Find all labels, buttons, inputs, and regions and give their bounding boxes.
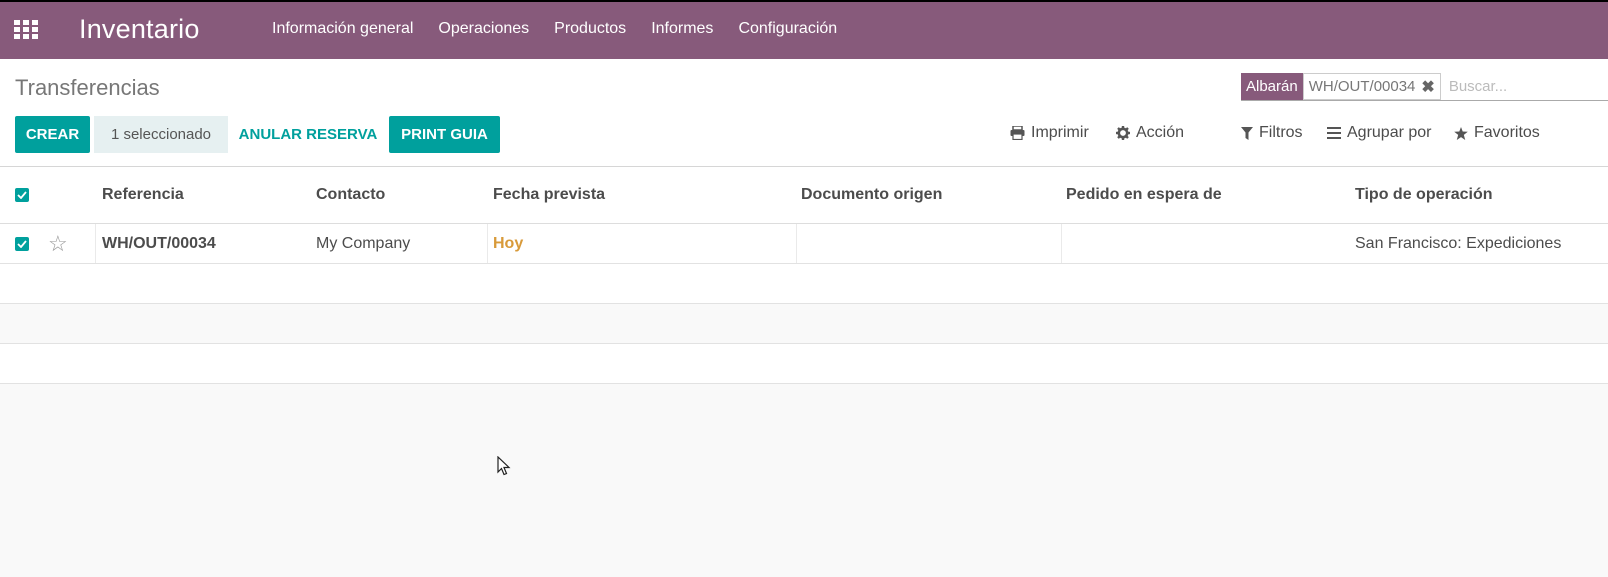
column-header-reference[interactable]: Referencia: [102, 167, 184, 223]
column-header-source-document[interactable]: Documento origen: [801, 167, 942, 223]
column-header-backorder-of[interactable]: Pedido en espera de: [1066, 167, 1222, 223]
empty-row: [0, 344, 1608, 384]
action-label: Acción: [1136, 124, 1185, 141]
search-input[interactable]: [1448, 78, 1589, 95]
print-dropdown[interactable]: Imprimir: [1010, 124, 1089, 142]
menu-item-general-info[interactable]: Información general: [272, 20, 413, 38]
column-header-contact[interactable]: Contacto: [316, 167, 385, 223]
print-guia-button[interactable]: PRINT GUIA: [389, 116, 500, 153]
empty-row: [0, 304, 1608, 344]
select-all-checkbox[interactable]: [15, 167, 29, 223]
cell-reference: WH/OUT/00034: [102, 234, 216, 252]
filters-label: Filtros: [1259, 124, 1303, 141]
column-header-operation-type[interactable]: Tipo de operación: [1355, 167, 1493, 223]
bars-icon: [1327, 127, 1341, 139]
transfers-table: Referencia Contacto Fecha prevista Docum…: [0, 167, 1608, 384]
search-facet-value: WH/OUT/00034: [1308, 78, 1416, 95]
search-facet-label: Albarán: [1241, 73, 1303, 100]
column-header-scheduled-date[interactable]: Fecha prevista: [493, 167, 605, 223]
print-label: Imprimir: [1031, 124, 1089, 141]
mouse-cursor-icon: [497, 456, 511, 476]
empty-row: [0, 264, 1608, 304]
menu-item-operations[interactable]: Operaciones: [438, 20, 529, 38]
menu-item-reports[interactable]: Informes: [651, 20, 713, 38]
cell-operation-type: San Francisco: Expediciones: [1355, 234, 1562, 252]
filter-icon: [1241, 126, 1253, 140]
favorite-star-icon[interactable]: ☆: [48, 224, 68, 263]
filters-dropdown[interactable]: Filtros: [1241, 124, 1303, 142]
checkbox-checked-icon: [15, 236, 29, 251]
group-by-label: Agrupar por: [1347, 124, 1432, 141]
action-dropdown[interactable]: Acción: [1116, 124, 1184, 142]
main-menu: Información general Operaciones Producto…: [272, 20, 862, 38]
search-bar: Albarán WH/OUT/00034 ✖: [1241, 73, 1608, 101]
remove-facet-icon[interactable]: ✖: [1421, 77, 1434, 97]
cell-contact: My Company: [316, 234, 411, 252]
printer-icon: [1010, 126, 1025, 140]
cell-scheduled-date: Hoy: [493, 234, 524, 252]
table-row[interactable]: ☆ WH/OUT/00034 My Company Hoy San Franci…: [0, 224, 1608, 264]
checkbox-checked-icon: [15, 188, 29, 202]
favorites-label: Favoritos: [1474, 124, 1540, 141]
control-panel: Transferencias CREAR 1 seleccionado ANUL…: [0, 59, 1608, 167]
menu-item-products[interactable]: Productos: [554, 20, 626, 38]
star-icon: [1454, 126, 1468, 140]
group-by-dropdown[interactable]: Agrupar por: [1327, 124, 1432, 142]
apps-grid-icon[interactable]: [14, 20, 38, 40]
favorites-dropdown[interactable]: Favoritos: [1454, 124, 1540, 142]
app-title[interactable]: Inventario: [79, 14, 200, 45]
top-navbar: Inventario Información general Operacion…: [0, 0, 1608, 59]
breadcrumb: Transferencias: [15, 75, 160, 100]
gear-icon: [1116, 126, 1130, 140]
unreserve-button[interactable]: ANULAR RESERVA: [233, 116, 383, 153]
selection-count: 1 seleccionado: [94, 116, 228, 153]
search-facet: WH/OUT/00034 ✖: [1302, 73, 1441, 100]
menu-item-configuration[interactable]: Configuración: [738, 20, 837, 38]
create-button[interactable]: CREAR: [15, 116, 90, 153]
row-checkbox[interactable]: [15, 224, 29, 263]
table-header: Referencia Contacto Fecha prevista Docum…: [0, 167, 1608, 224]
